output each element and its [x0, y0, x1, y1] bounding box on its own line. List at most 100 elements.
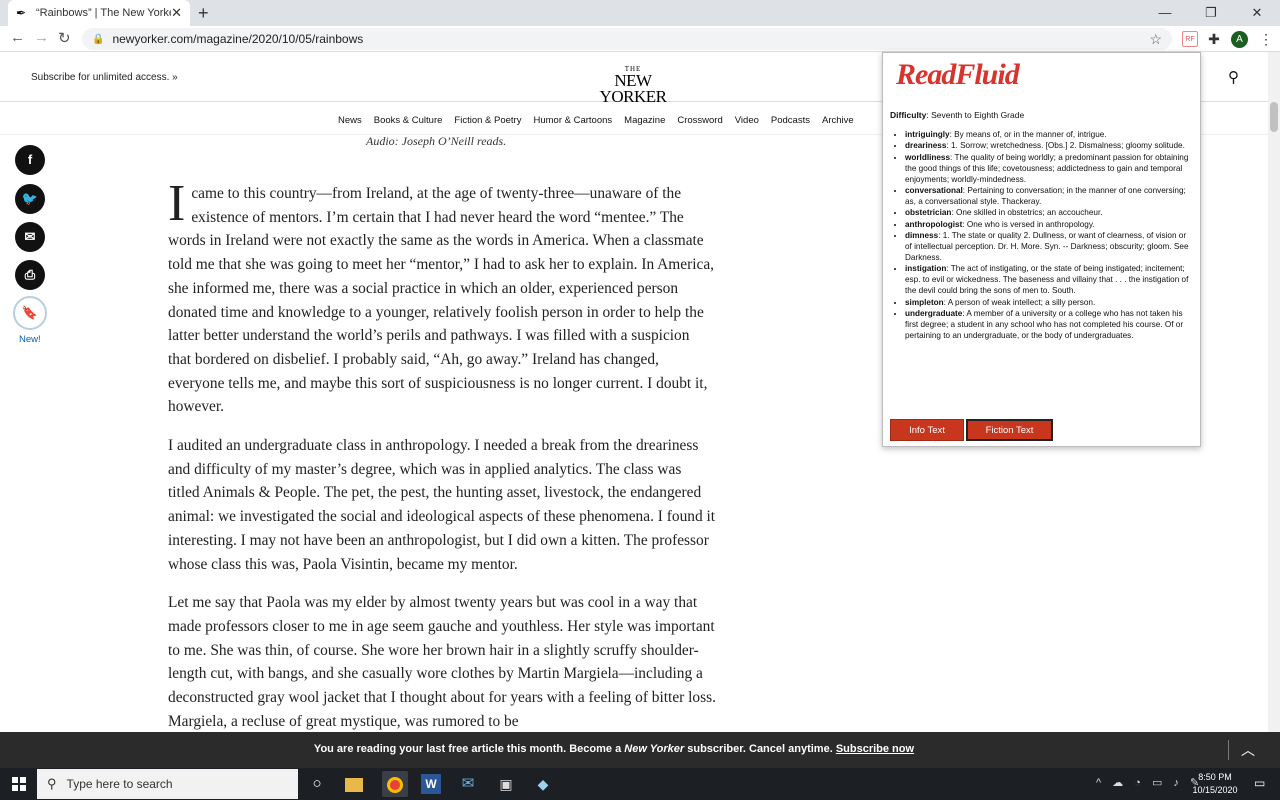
nav-item-news[interactable]: News	[338, 115, 362, 126]
notification-icon[interactable]: ▭	[1254, 776, 1265, 790]
vocab-definition: : The act of instigating, or the state o…	[905, 264, 1189, 296]
nav-item-podcasts[interactable]: Podcasts	[771, 115, 810, 126]
new-yorker-favicon-icon: ✒	[16, 6, 27, 20]
new-tab-button[interactable]: +	[198, 3, 209, 24]
vocab-item: undergraduate: A member of a university …	[905, 309, 1195, 342]
vocab-definition: : 1. The state or quality 2. Dullness, o…	[905, 231, 1189, 262]
vocab-definition: : 1. Sorrow; wretchedness. [Obs.] 2. Dis…	[946, 141, 1185, 151]
difficulty-line: Difficulty: Seventh to Eighth Grade	[890, 110, 1024, 120]
minimize-button[interactable]: —	[1142, 0, 1188, 26]
extensions-puzzle-icon[interactable]: ✚	[1206, 31, 1222, 47]
nav-item-fiction-poetry[interactable]: Fiction & Poetry	[454, 115, 521, 126]
article-paragraph: I came to this country—from Ireland, at …	[168, 175, 716, 419]
article-paragraph: Let me say that Paola was my elder by al…	[168, 594, 716, 730]
nav-item-magazine[interactable]: Magazine	[624, 115, 665, 126]
email-share-icon[interactable]: ✉	[15, 222, 45, 252]
article-paragraph: I audited an undergraduate class in anth…	[168, 437, 716, 573]
drop-cap: I	[168, 175, 186, 232]
audio-line[interactable]: Audio: Joseph O’Neill reads.	[366, 134, 506, 149]
clock-date: 10/15/2020	[1192, 785, 1238, 795]
paywall-emphasis: New Yorker	[624, 743, 685, 755]
vocab-term: undergraduate	[905, 309, 963, 318]
page-scrollbar[interactable]	[1268, 52, 1280, 732]
vocab-item: dimness: 1. The state or quality 2. Dull…	[905, 231, 1195, 264]
back-arrow-icon[interactable]: ←	[10, 29, 25, 46]
taskbar-search-placeholder: Type here to search	[66, 777, 173, 791]
chevron-up-icon[interactable]: ︿	[1241, 740, 1255, 760]
scrollbar-thumb[interactable]	[1270, 102, 1278, 132]
vocab-term: instigation	[905, 264, 947, 274]
search-icon: ⚲	[47, 776, 57, 791]
nav-item-humor-cartoons[interactable]: Humor & Cartoons	[533, 115, 612, 126]
info-text-button[interactable]: Info Text	[890, 419, 964, 441]
system-tray[interactable]: ^ ☁ ◔ ▭ ♪ ✎	[1096, 776, 1203, 789]
app-icon[interactable]: ◆	[533, 774, 553, 794]
browser-tab[interactable]: ✒ “Rainbows” | The New Yorker ✕	[8, 0, 190, 26]
vocab-term: conversational	[905, 186, 963, 196]
paywall-banner: You are reading your last free article t…	[0, 732, 1280, 768]
search-icon[interactable]: ⚲	[1228, 68, 1239, 86]
difficulty-value: : Seventh to Eighth Grade	[926, 110, 1025, 120]
url-field[interactable]: 🔒 newyorker.com/magazine/2020/10/05/rain…	[82, 28, 1172, 50]
difficulty-label: Difficulty	[890, 110, 927, 120]
bookmark-star-icon[interactable]: ☆	[1149, 31, 1162, 48]
print-icon[interactable]: ⎙	[15, 260, 45, 290]
vocab-definition: : By means of, or in the manner of, intr…	[949, 130, 1107, 139]
new-yorker-logo[interactable]: THE NEW YORKER	[585, 65, 681, 105]
windows-start-icon[interactable]	[12, 777, 26, 791]
nav-item-crossword[interactable]: Crossword	[677, 115, 722, 126]
vocab-term: dreariness	[905, 141, 947, 151]
vocab-definition: : One who is versed in anthropology.	[962, 219, 1095, 229]
vocab-item: worldliness: The quality of being worldl…	[905, 153, 1195, 186]
file-explorer-icon[interactable]	[345, 778, 363, 792]
nav-item-books-culture[interactable]: Books & Culture	[374, 115, 443, 126]
subscribe-now-link[interactable]: Subscribe now	[836, 743, 914, 755]
mail-icon[interactable]: ✉	[458, 774, 478, 794]
nav-item-archive[interactable]: Archive	[822, 115, 854, 126]
browser-tab-strip: ✒ “Rainbows” | The New Yorker ✕ + — ❐ ✕	[0, 0, 1280, 26]
taskbar-clock[interactable]: 8:50 PM 10/15/2020	[1190, 771, 1240, 797]
logo-name: NEW YORKER	[599, 71, 667, 106]
store-icon[interactable]: ▣	[496, 774, 516, 794]
close-tab-icon[interactable]: ✕	[171, 5, 182, 21]
vocab-item: simpleton: A person of weak intellect; a…	[905, 298, 1195, 309]
readfluid-logo: ReadFluid	[896, 58, 1020, 91]
vocab-definition: : A person of weak intellect; a silly pe…	[943, 297, 1096, 307]
clock-time: 8:50 PM	[1198, 772, 1232, 782]
vocab-term: intriguingly	[905, 130, 950, 139]
reload-icon[interactable]: ↻	[58, 29, 71, 47]
vocab-term: obstetrician	[905, 208, 952, 218]
fiction-text-button[interactable]: Fiction Text	[966, 419, 1053, 441]
vocab-term: dimness	[905, 231, 939, 241]
vocab-item: anthropologist: One who is versed in ant…	[905, 220, 1195, 231]
address-toolbar: ← → ↻ 🔒 newyorker.com/magazine/2020/10/0…	[0, 26, 1280, 52]
subscribe-link[interactable]: Subscribe for unlimited access. »	[31, 72, 178, 83]
cortana-icon[interactable]: ○	[307, 774, 327, 794]
save-bookmark-icon[interactable]: 🔖	[13, 296, 47, 330]
taskbar-search-box[interactable]: ⚲ Type here to search	[37, 769, 298, 799]
facebook-share-icon[interactable]: f	[15, 145, 45, 175]
divider	[1228, 740, 1229, 760]
chrome-icon[interactable]	[382, 771, 408, 797]
lock-icon: 🔒	[92, 33, 105, 45]
readfluid-extension-icon[interactable]: RF	[1182, 31, 1198, 47]
vocab-item: instigation: The act of instigating, or …	[905, 264, 1195, 297]
windows-taskbar: ⚲ Type here to search ○ W ✉ ▣ ◆ ^ ☁ ◔ ▭ …	[0, 768, 1280, 800]
nav-list: News Books & Culture Fiction & Poetry Hu…	[338, 115, 854, 126]
browser-menu-icon[interactable]: ⋮	[1258, 31, 1274, 47]
article-body: I came to this country—from Ireland, at …	[168, 175, 716, 748]
restore-button[interactable]: ❐	[1188, 0, 1234, 26]
profile-avatar[interactable]: A	[1231, 31, 1248, 48]
readfluid-popup: ReadFluid Difficulty: Seventh to Eighth …	[882, 52, 1201, 447]
forward-arrow-icon[interactable]: →	[34, 29, 49, 46]
nav-item-video[interactable]: Video	[735, 115, 759, 126]
word-icon[interactable]: W	[421, 774, 441, 794]
window-controls: — ❐ ✕	[1142, 0, 1280, 26]
paragraph-text: came to this country—from Ireland, at th…	[168, 185, 715, 416]
paywall-text: You are reading your last free article t…	[313, 743, 625, 755]
twitter-share-icon[interactable]: 🐦	[15, 184, 45, 214]
vocab-term: worldliness	[905, 152, 951, 162]
vocab-item: obstetrician: One skilled in obstetrics;…	[905, 208, 1195, 219]
close-window-button[interactable]: ✕	[1234, 0, 1280, 26]
paywall-message: You are reading your last free article t…	[0, 743, 1228, 755]
